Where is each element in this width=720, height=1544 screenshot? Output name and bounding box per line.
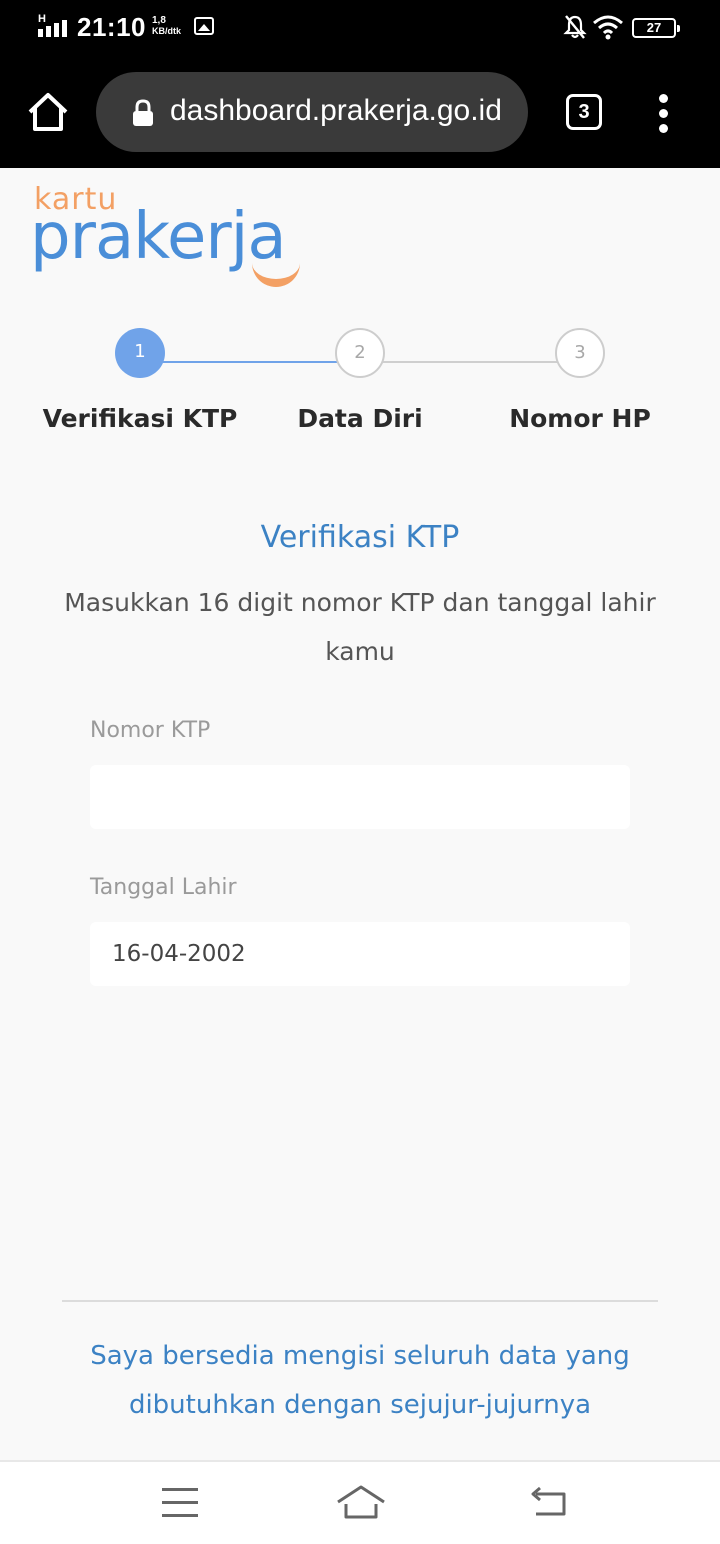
- more-vertical-icon[interactable]: [650, 94, 678, 134]
- consent-text: Saya bersedia mengisi seluruh data yang …: [90, 1341, 630, 1420]
- bell-muted-icon: [563, 15, 587, 39]
- ktp-label: Nomor KTP: [90, 718, 211, 743]
- battery-indicator: 27: [632, 18, 680, 38]
- lock-icon: [133, 99, 153, 126]
- step-connector-1: [140, 361, 360, 363]
- step-2-indicator: 2: [335, 328, 385, 378]
- url-text[interactable]: dashboard.prakerja.go.id: [170, 94, 510, 128]
- prakerja-logo: kartu prakerja: [30, 182, 340, 292]
- speed-unit: KB/dtk: [152, 26, 181, 36]
- dob-label: Tanggal Lahir: [90, 875, 237, 900]
- tab-switcher-button[interactable]: 3: [566, 94, 602, 130]
- form-title: Verifikasi KTP: [260, 520, 460, 555]
- status-bar: H 21:10 1,8 KB/dtk 27: [0, 0, 720, 58]
- signal-icon: H: [38, 13, 72, 39]
- registration-stepper: 1 2 3 Verifikasi KTP Data Diri Nomor HP: [0, 326, 720, 446]
- speed-value: 1,8: [152, 15, 166, 26]
- step-3-label: Nomor HP: [509, 404, 651, 433]
- address-bar[interactable]: dashboard.prakerja.go.id: [96, 72, 528, 152]
- wifi-icon: [593, 15, 623, 40]
- divider: [62, 1300, 658, 1302]
- system-nav-bar: [0, 1460, 720, 1544]
- step-1-label: Verifikasi KTP: [42, 404, 238, 433]
- home-icon[interactable]: [26, 90, 70, 134]
- birth-date-input[interactable]: [90, 922, 630, 986]
- network-speed: 1,8 KB/dtk: [152, 15, 181, 37]
- step-2-label: Data Diri: [297, 404, 423, 433]
- step-3-indicator: 3: [555, 328, 605, 378]
- logo-prakerja-text: prakerja: [30, 200, 287, 274]
- back-icon[interactable]: [528, 1486, 570, 1520]
- ktp-number-input[interactable]: [90, 765, 630, 829]
- home-outline-icon[interactable]: [336, 1484, 386, 1520]
- network-type: H: [38, 13, 46, 25]
- step-1-indicator: 1: [115, 328, 165, 378]
- clock: 21:10: [77, 12, 146, 42]
- logo-smile-mark: [252, 257, 300, 287]
- step-connector-2: [360, 361, 580, 363]
- menu-icon[interactable]: [162, 1488, 198, 1518]
- image-notification-icon: [194, 17, 214, 35]
- form-description: Masukkan 16 digit nomor KTP dan tanggal …: [64, 588, 656, 666]
- browser-toolbar: dashboard.prakerja.go.id 3: [0, 58, 720, 168]
